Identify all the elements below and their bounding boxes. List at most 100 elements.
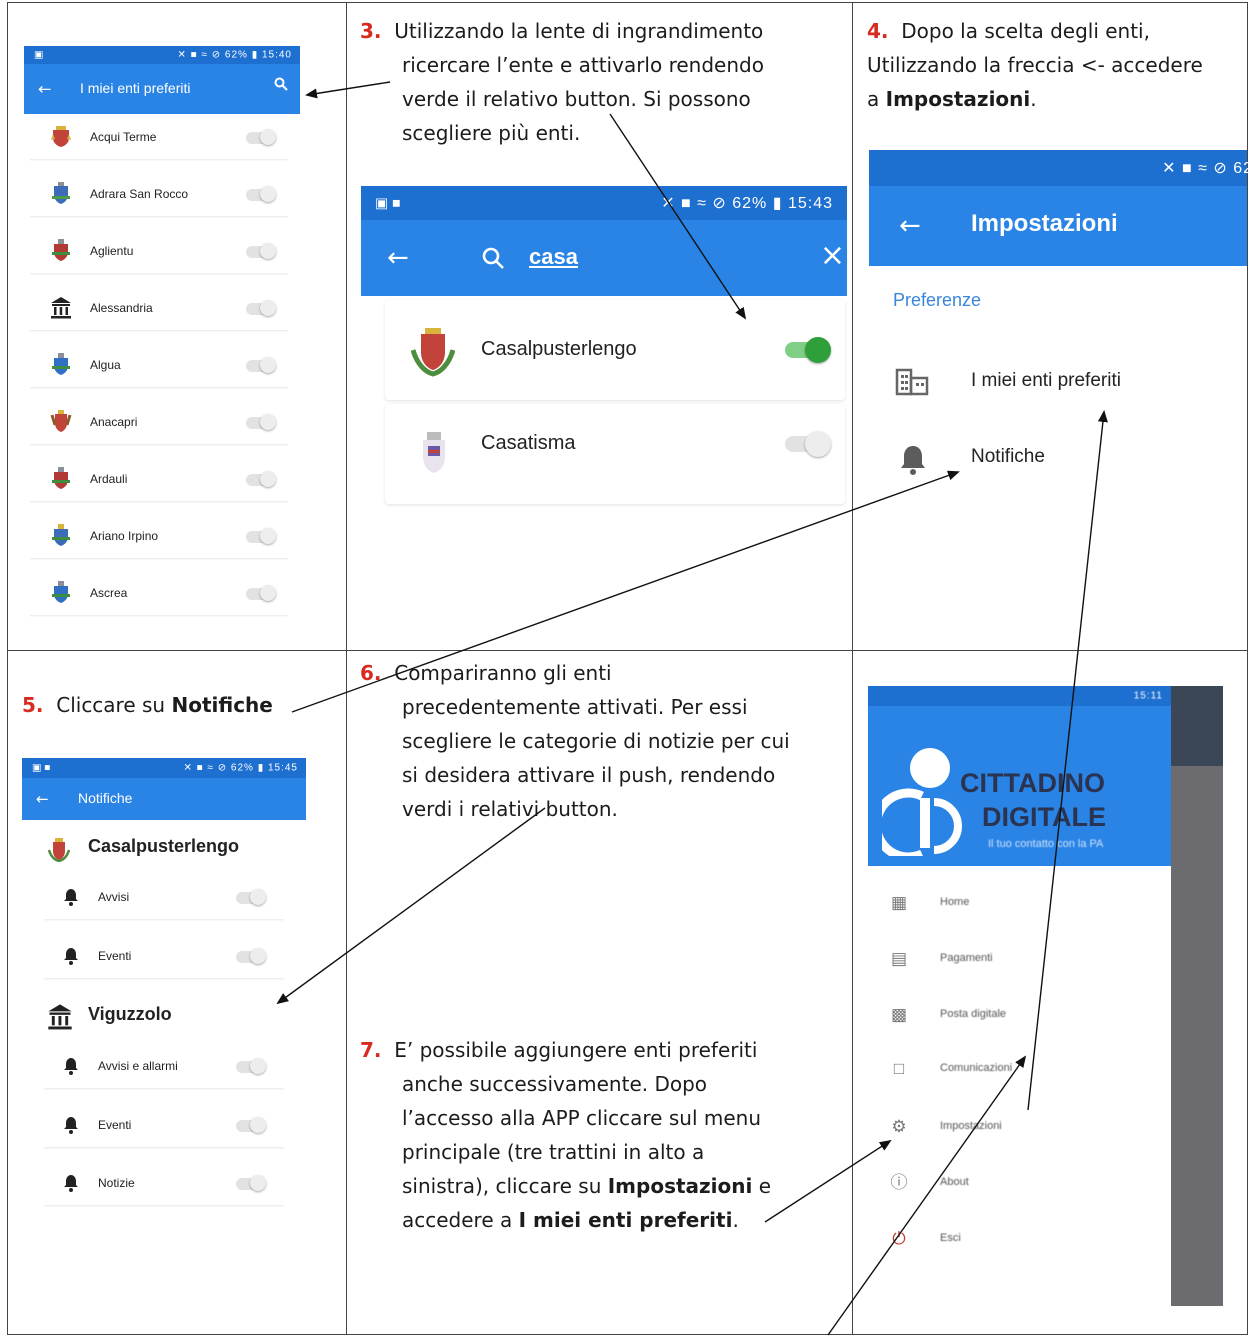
brand-name-line-1: CITTADINO xyxy=(960,768,1105,798)
notification-category-row[interactable]: Eventi xyxy=(44,935,284,979)
drawer-scrim-top xyxy=(1171,686,1223,766)
step-number: 7. xyxy=(360,1038,382,1062)
toggle-switch[interactable] xyxy=(246,129,276,145)
toggle-switch[interactable] xyxy=(236,1117,266,1133)
toggle-switch[interactable] xyxy=(246,243,276,259)
screenshot-enti-preferiti: ▣ ✕ ■ ≈ ⊘ 62% ▮ 15:40 ← I miei enti pref… xyxy=(24,46,300,626)
settings-item-notifiche[interactable]: Notifiche xyxy=(869,434,1247,484)
screenshot-notifiche: ▣ ■ ✕ ■ ≈ ⊘ 62% ▮ 15:45 ← Notifiche Casa… xyxy=(22,758,306,1218)
coat-of-arms-icon xyxy=(52,182,70,204)
app-bar-title: Notifiche xyxy=(78,790,133,806)
step-3-instruction: 3. Utilizzando la lente di ingrandimento… xyxy=(360,14,764,150)
notification-category-row[interactable]: Avvisi e allarmi xyxy=(44,1045,284,1089)
list-item-label: Casalpusterlengo xyxy=(481,338,637,360)
info-icon: ⓘ xyxy=(890,1173,908,1192)
app-bar: ← Notifiche xyxy=(22,778,306,820)
search-input[interactable]: casa xyxy=(529,244,578,270)
toggle-switch[interactable] xyxy=(246,471,276,487)
bell-icon xyxy=(64,1117,78,1134)
toggle-switch[interactable] xyxy=(236,889,266,905)
instruction-bold-text: Impostazioni xyxy=(607,1174,753,1198)
coat-of-arms-icon xyxy=(52,524,70,546)
toggle-switch[interactable] xyxy=(246,528,276,544)
list-item[interactable]: Anacapri xyxy=(30,401,288,445)
list-item[interactable]: Casalpusterlengo xyxy=(385,300,845,400)
coat-of-arms-icon xyxy=(423,432,445,473)
step-number: 5. xyxy=(22,693,44,717)
notification-category-row[interactable]: Avvisi xyxy=(44,876,284,920)
drawer-item-about[interactable]: ⓘ About xyxy=(888,1170,1188,1200)
search-icon xyxy=(481,246,505,270)
search-bar: ← casa × xyxy=(361,220,847,296)
drawer-item-home[interactable]: ▦ Home xyxy=(888,890,1188,920)
instruction-line: scegliere le categorie di notizie per cu… xyxy=(402,729,790,753)
list-item[interactable]: Adrara San Rocco xyxy=(30,173,288,217)
toggle-switch[interactable] xyxy=(236,1058,266,1074)
instruction-text: Cliccare su xyxy=(56,693,172,717)
instruction-line: Dopo la scelta degli enti, xyxy=(901,19,1150,43)
back-arrow-icon[interactable]: ← xyxy=(38,80,51,99)
toggle-switch[interactable] xyxy=(246,186,276,202)
status-bar: ▣ ✕ ■ ≈ ⊘ 62% ▮ 15:40 xyxy=(24,46,300,64)
coat-of-arms-icon xyxy=(52,239,70,261)
instruction-line: si desidera attivare il push, rendendo xyxy=(402,763,776,787)
list-item[interactable]: Algua xyxy=(30,344,288,388)
category-label: Notizie xyxy=(98,1176,135,1190)
status-right-icons: 15:11 xyxy=(1133,690,1163,702)
status-bar: ▣ ■ ✕ ■ ≈ ⊘ 62% ▮ 15:43 xyxy=(361,186,847,220)
drawer-item-pagamenti[interactable]: ▤ Pagamenti xyxy=(888,946,1188,976)
category-label: Avvisi xyxy=(98,890,130,904)
instruction-text: e xyxy=(752,1174,772,1198)
coat-of-arms-icon xyxy=(50,410,72,432)
toggle-switch[interactable] xyxy=(236,948,266,964)
drawer-item-posta-digitale[interactable]: ▩ Posta digitale xyxy=(888,1002,1188,1032)
list-item[interactable]: Casatisma xyxy=(385,404,845,504)
instruction-line: Utilizzando la freccia <- accedere xyxy=(867,53,1203,77)
app-bar: ← I miei enti preferiti xyxy=(24,64,300,114)
toggle-switch[interactable] xyxy=(246,300,276,316)
instruction-line: Utilizzando la lente di ingrandimento xyxy=(394,19,764,43)
back-arrow-icon[interactable]: ← xyxy=(899,211,921,241)
toggle-switch[interactable] xyxy=(236,1175,266,1191)
list-item-label: Ardauli xyxy=(90,472,128,486)
status-right-icons: ✕ ■ ≈ ⊘ 62% ▮ 15:43 xyxy=(661,195,833,212)
category-label: Eventi xyxy=(98,1118,132,1132)
list-item-label: Ariano Irpino xyxy=(90,529,159,543)
toggle-switch[interactable] xyxy=(246,585,276,601)
toggle-switch[interactable] xyxy=(246,414,276,430)
step-4-instruction: 4. Dopo la scelta degli enti, Utilizzand… xyxy=(867,14,1203,116)
notification-category-row[interactable]: Eventi xyxy=(44,1104,284,1148)
toggle-switch-on[interactable] xyxy=(785,337,831,363)
toggle-switch[interactable] xyxy=(246,357,276,373)
settings-item-enti-preferiti[interactable]: I miei enti preferiti xyxy=(869,356,1247,406)
cittadino-digitale-logo xyxy=(882,748,962,856)
drawer-item-impostazioni[interactable]: ⚙ Impostazioni xyxy=(888,1114,1188,1144)
municipal-building-icon xyxy=(51,297,71,319)
drawer-item-label: About xyxy=(940,1176,969,1188)
back-arrow-icon[interactable]: ← xyxy=(36,790,49,808)
list-item[interactable]: Ardauli xyxy=(30,458,288,502)
list-item[interactable]: Ascrea xyxy=(30,572,288,616)
municipal-building-icon xyxy=(48,1004,72,1030)
toggle-switch[interactable] xyxy=(785,431,831,457)
bell-icon xyxy=(901,446,925,475)
bell-icon xyxy=(64,889,78,906)
list-item[interactable]: Alessandria xyxy=(30,287,288,331)
drawer-item-esci[interactable]: ⏻ Esci xyxy=(888,1226,1188,1256)
list-item[interactable]: Acqui Terme xyxy=(30,116,288,160)
list-item[interactable]: Ariano Irpino xyxy=(30,515,288,559)
instruction-line: E’ possibile aggiungere enti preferiti xyxy=(394,1038,758,1062)
coat-of-arms-icon xyxy=(411,328,455,377)
drawer-item-comunicazioni[interactable]: □ Comunicazioni xyxy=(888,1056,1188,1086)
notification-category-row[interactable]: Notizie xyxy=(44,1162,284,1206)
group-header: Casalpusterlengo xyxy=(88,836,240,856)
list-item[interactable]: Aglientu xyxy=(30,230,288,274)
drawer-item-label: Home xyxy=(940,896,970,908)
coat-of-arms-icon xyxy=(52,581,70,603)
back-arrow-icon[interactable]: ← xyxy=(387,243,409,273)
status-left-icons: ▣ xyxy=(34,49,44,61)
clear-search-icon[interactable]: × xyxy=(820,238,845,273)
search-icon[interactable] xyxy=(274,77,288,91)
category-label: Avvisi e allarmi xyxy=(98,1059,178,1073)
brand-tagline: Il tuo contatto con la PA xyxy=(988,838,1104,850)
